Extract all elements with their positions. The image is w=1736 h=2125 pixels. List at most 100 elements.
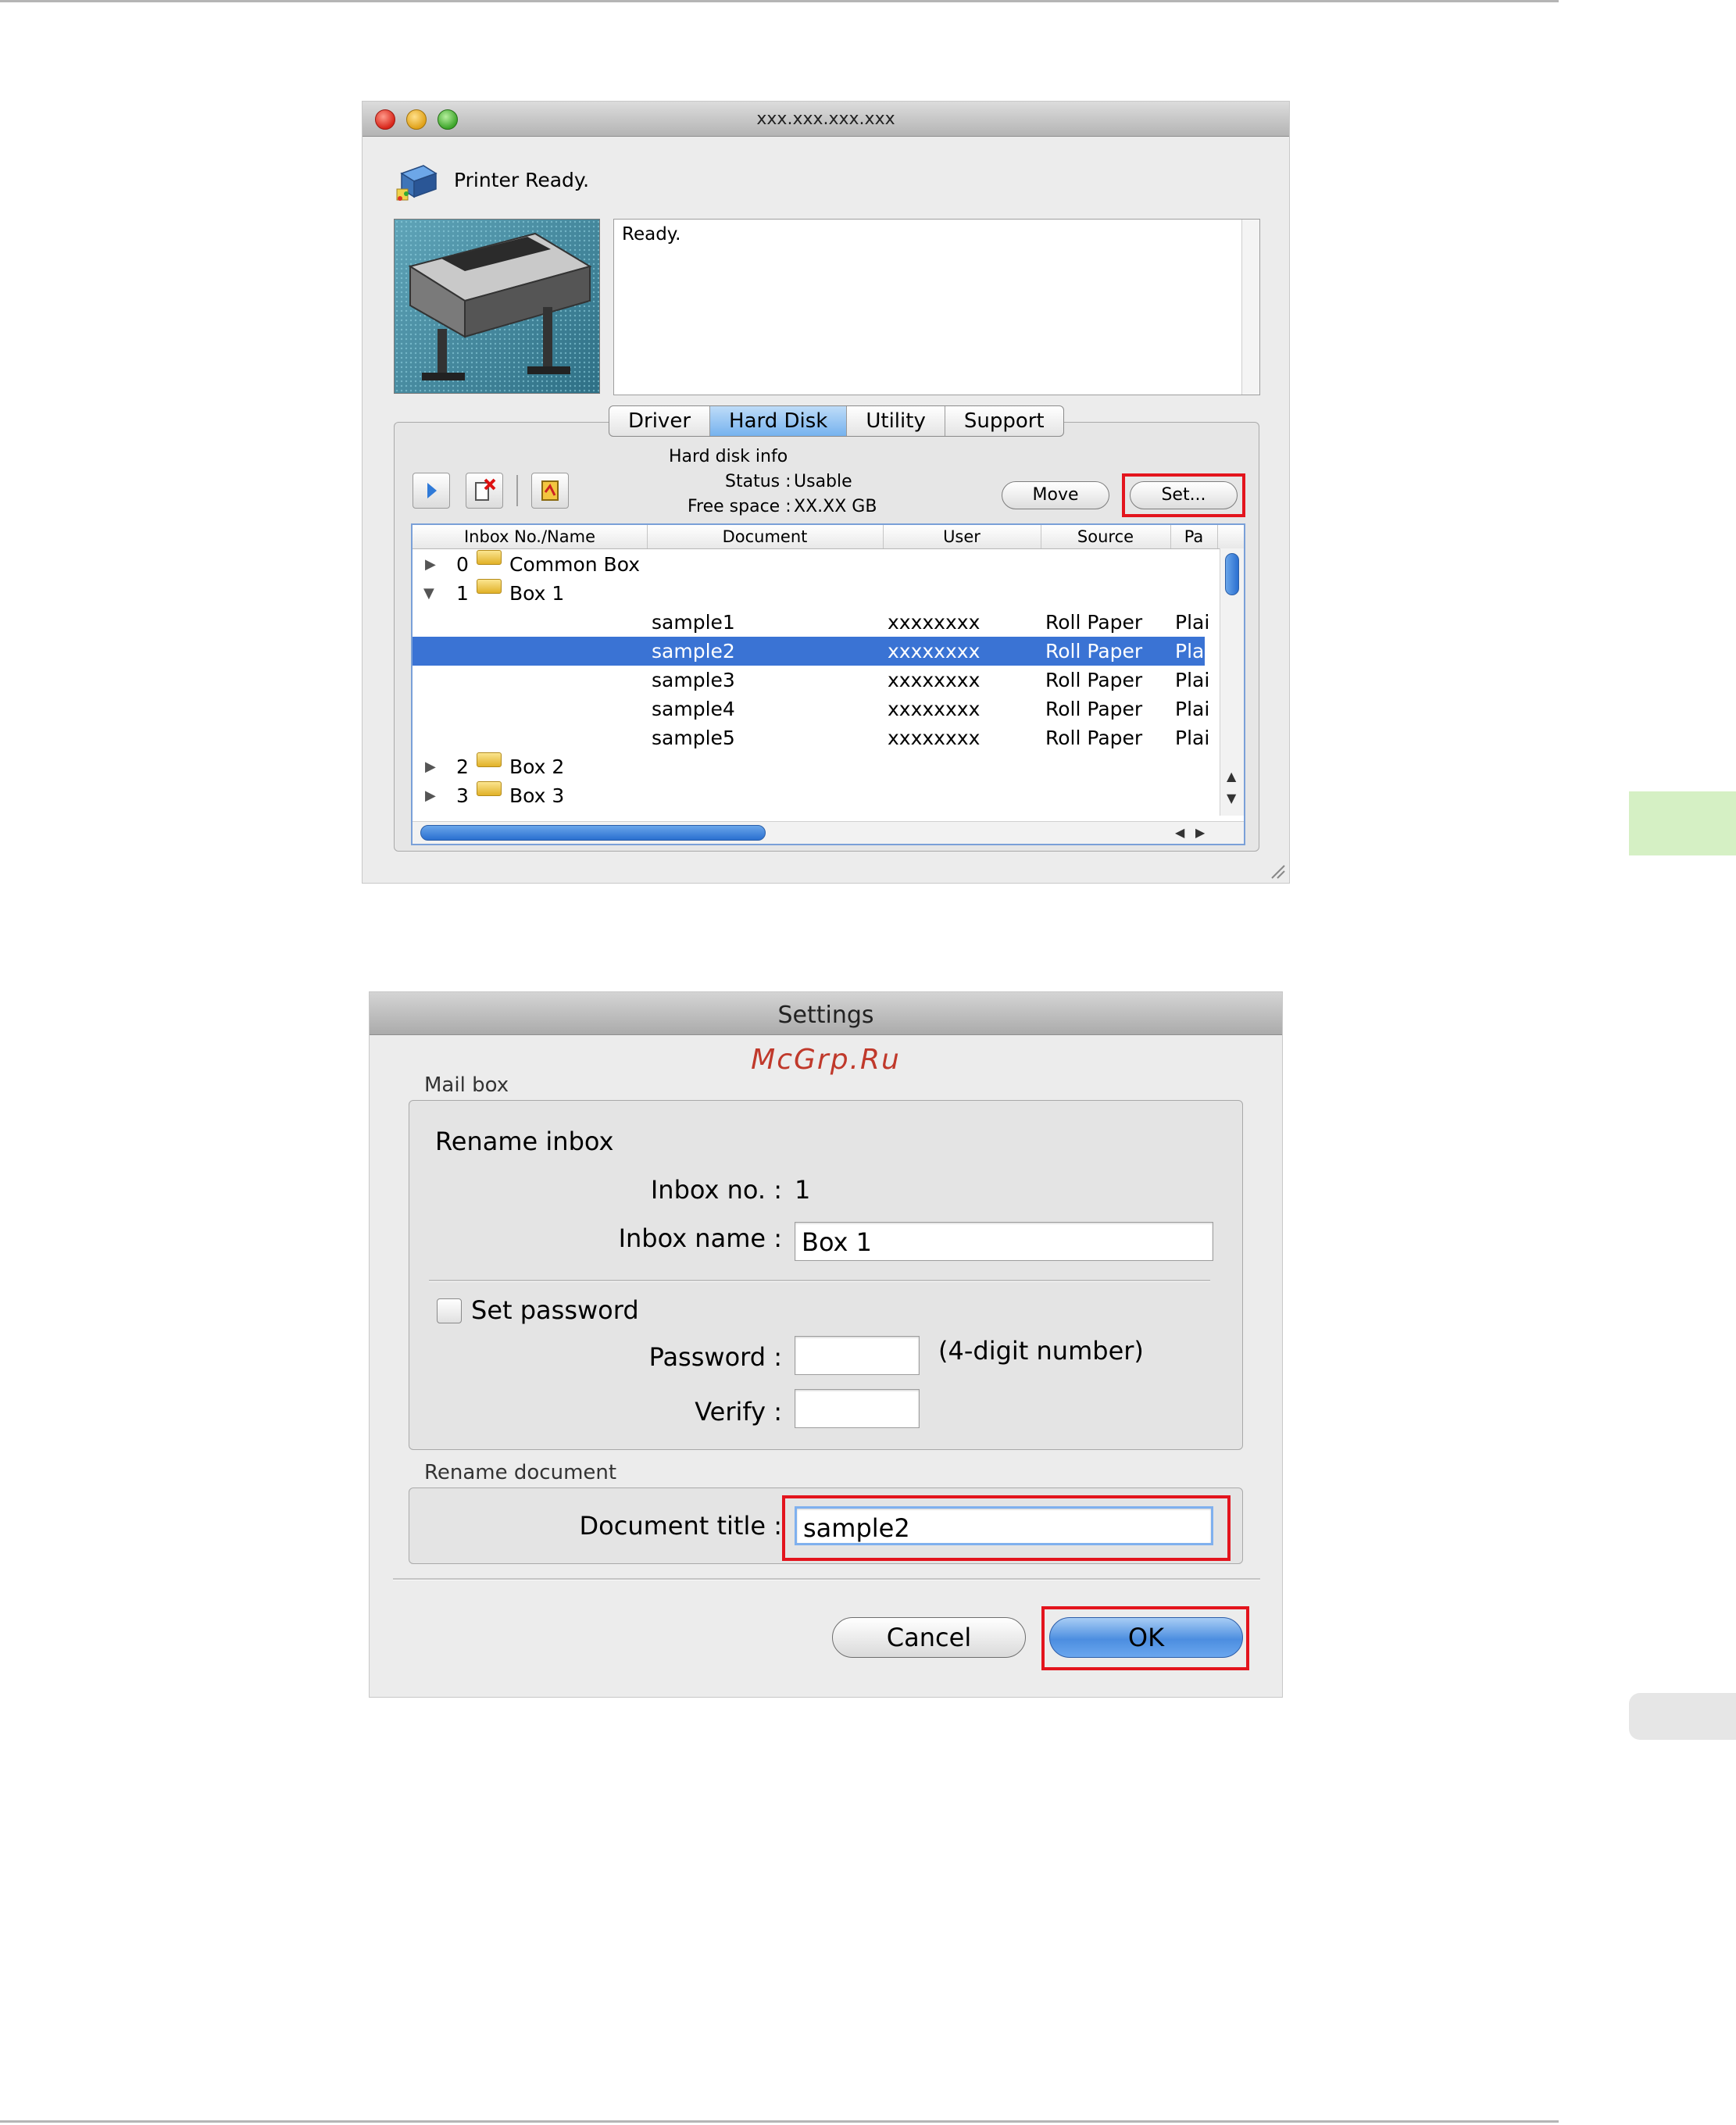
- free-space-value: XX.XX GB: [794, 497, 877, 516]
- folder-icon: [477, 781, 502, 796]
- inbox-name-label: Inbox name :: [618, 1223, 782, 1253]
- expand-toggle-icon[interactable]: ▶: [425, 752, 436, 781]
- document-tool-icon: [541, 480, 559, 501]
- rename-document-group-label: Rename document: [424, 1461, 617, 1484]
- column-inbox-name[interactable]: Inbox No./Name: [413, 525, 648, 548]
- rename-inbox-heading: Rename inbox: [435, 1127, 614, 1156]
- inbox-name: Box 1: [509, 582, 565, 605]
- document-source: Roll Paper: [1045, 698, 1143, 720]
- vertical-scroll-thumb[interactable]: [1225, 553, 1239, 595]
- document-row-selected[interactable]: sample2 xxxxxxxx Roll Paper Plai: [413, 637, 1209, 666]
- toolbar-divider: [516, 475, 518, 506]
- document-paper: Plai: [1175, 611, 1210, 634]
- status-label: Status :: [725, 472, 791, 491]
- tab-support[interactable]: Support: [945, 406, 1063, 436]
- inbox-name: Common Box: [509, 553, 641, 576]
- document-source: Roll Paper: [1045, 669, 1143, 691]
- vertical-scrollbar[interactable]: ▲ ▼: [1220, 548, 1244, 816]
- tab-hard-disk[interactable]: Hard Disk: [710, 406, 848, 436]
- document-source: Roll Paper: [1045, 727, 1143, 749]
- verify-label: Verify :: [695, 1397, 782, 1427]
- password-label: Password :: [648, 1342, 782, 1372]
- document-paper: Plai: [1175, 698, 1210, 720]
- document-row[interactable]: sample5 xxxxxxxx Roll Paper Plai: [413, 723, 1209, 752]
- column-source[interactable]: Source: [1041, 525, 1171, 548]
- inbox-row-3[interactable]: ▶ 3 Box 3: [413, 781, 1205, 810]
- inbox-list[interactable]: Inbox No./Name Document User Source Pa ▶…: [411, 523, 1245, 845]
- inbox-number: 1: [456, 582, 469, 605]
- status-value: Usable: [794, 472, 852, 491]
- dialog-separator: [393, 1578, 1260, 1580]
- set-button-highlight: [1122, 473, 1245, 517]
- folder-icon: [477, 579, 502, 594]
- settings-dialog: Settings McGrp.Ru Mail box Rename inbox …: [370, 992, 1282, 1697]
- inbox-name: Box 2: [509, 755, 565, 778]
- column-document[interactable]: Document: [647, 525, 884, 548]
- document-paper: Plai: [1175, 669, 1210, 691]
- resize-grip-icon[interactable]: [1269, 862, 1286, 880]
- scroll-right-arrow-icon[interactable]: ▶: [1195, 825, 1205, 840]
- inbox-no-value: 1: [795, 1175, 811, 1205]
- document-user: xxxxxxxx: [888, 669, 981, 691]
- printer-icon: [396, 165, 438, 201]
- settings-tool-button[interactable]: [531, 473, 569, 509]
- document-name: sample1: [652, 611, 735, 634]
- window-titlebar: xxx.xxx.xxx.xxx: [363, 102, 1289, 137]
- document-row[interactable]: sample3 xxxxxxxx Roll Paper Plai: [413, 666, 1209, 695]
- verify-input[interactable]: [795, 1389, 920, 1428]
- printer-status-window: xxx.xxx.xxx.xxx Printer Ready. Ready. Dr…: [363, 102, 1289, 883]
- scroll-left-arrow-icon[interactable]: ◀: [1175, 825, 1184, 840]
- free-space-label: Free space :: [688, 497, 791, 516]
- password-hint: (4-digit number): [938, 1336, 1144, 1366]
- inbox-row-2[interactable]: ▶ 2 Box 2: [413, 752, 1205, 781]
- print-button[interactable]: [413, 473, 450, 509]
- password-input[interactable]: [795, 1336, 920, 1375]
- inbox-number: 2: [456, 755, 469, 778]
- index-side-tab: [1629, 1693, 1736, 1740]
- tab-bar: Driver Hard Disk Utility Support: [609, 405, 1064, 437]
- move-button[interactable]: Move: [1002, 481, 1109, 509]
- watermark: McGrp.Ru: [751, 1044, 901, 1076]
- hard-disk-info-heading: Hard disk info: [669, 447, 788, 466]
- tab-utility[interactable]: Utility: [847, 406, 945, 436]
- column-paper[interactable]: Pa: [1170, 525, 1218, 548]
- status-scrollbar[interactable]: [1241, 220, 1259, 395]
- mail-box-group-label: Mail box: [424, 1073, 509, 1097]
- document-source: Roll Paper: [1045, 640, 1143, 662]
- document-title-label: Document title :: [579, 1511, 782, 1541]
- document-user: xxxxxxxx: [888, 698, 981, 720]
- document-row[interactable]: sample1 xxxxxxxx Roll Paper Plai: [413, 608, 1209, 637]
- set-password-checkbox[interactable]: [437, 1298, 462, 1323]
- column-user[interactable]: User: [883, 525, 1041, 548]
- folder-icon: [477, 752, 502, 767]
- ok-button-highlight: [1041, 1606, 1249, 1670]
- window-title: xxx.xxx.xxx.xxx: [756, 109, 895, 129]
- horizontal-scrollbar[interactable]: ◀ ▶: [413, 821, 1244, 844]
- scroll-up-arrow-icon[interactable]: ▲: [1227, 769, 1236, 784]
- cancel-button[interactable]: Cancel: [832, 1617, 1026, 1658]
- inbox-row-1[interactable]: ▼ 1 Box 1: [413, 579, 1205, 608]
- inbox-name: Box 3: [509, 784, 565, 807]
- horizontal-scroll-thumb[interactable]: [420, 825, 766, 841]
- document-user: xxxxxxxx: [888, 611, 981, 634]
- tab-driver[interactable]: Driver: [609, 406, 711, 436]
- chapter-side-tab: [1629, 791, 1736, 855]
- delete-button[interactable]: [466, 473, 503, 509]
- document-row[interactable]: sample4 xxxxxxxx Roll Paper Plai: [413, 695, 1209, 723]
- dialog-title: Settings: [777, 1002, 874, 1029]
- inbox-row-0[interactable]: ▶ 0 Common Box: [413, 550, 1205, 579]
- collapse-toggle-icon[interactable]: ▼: [423, 579, 434, 608]
- printer-status-title: Printer Ready.: [454, 169, 590, 191]
- top-rule: [0, 0, 1559, 2]
- document-name: sample4: [652, 698, 735, 720]
- bottom-rule: [0, 2120, 1559, 2123]
- play-icon: [427, 483, 437, 498]
- dialog-titlebar: Settings: [370, 992, 1282, 1035]
- expand-toggle-icon[interactable]: ▶: [425, 781, 436, 810]
- document-paper: Plai: [1175, 640, 1210, 662]
- set-password-label: Set password: [471, 1295, 639, 1325]
- inbox-name-input[interactable]: Box 1: [795, 1222, 1213, 1261]
- status-message: Ready.: [622, 224, 681, 245]
- expand-toggle-icon[interactable]: ▶: [425, 550, 436, 579]
- scroll-down-arrow-icon[interactable]: ▼: [1227, 791, 1236, 805]
